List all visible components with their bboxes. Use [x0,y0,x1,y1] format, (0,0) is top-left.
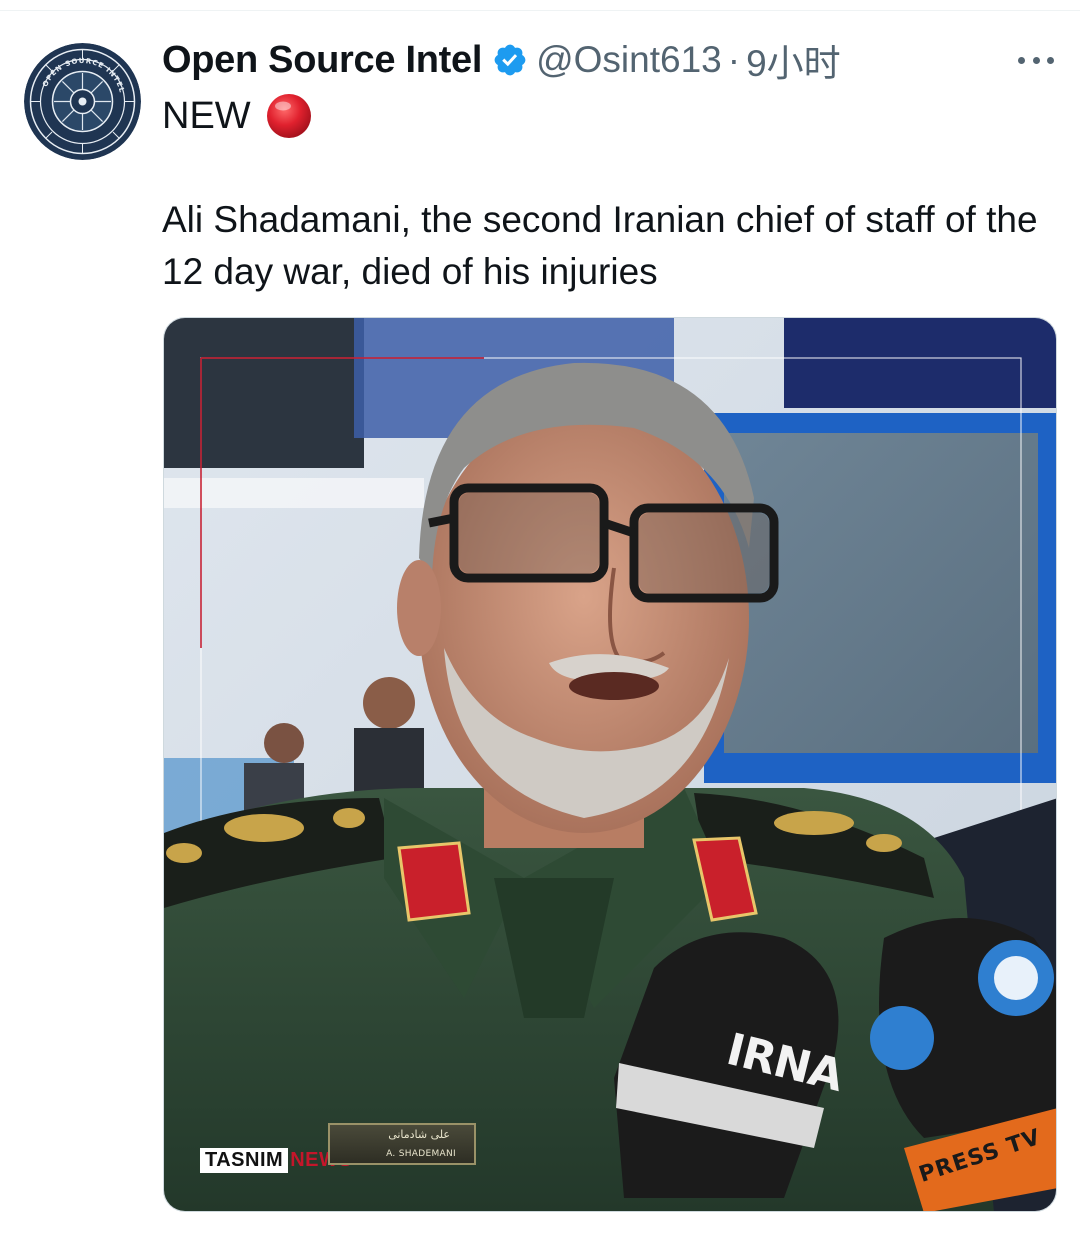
new-label: NEW [162,94,251,137]
tweet[interactable]: OPEN SOURCE INTEL Open Source Intel @Osi… [0,0,1080,1235]
display-name[interactable]: Open Source Intel [162,39,482,82]
name-tag: علی شادمانی A. SHADEMANI [328,1123,476,1165]
timestamp[interactable]: 9小时 [746,33,841,87]
avatar[interactable]: OPEN SOURCE INTEL [24,43,141,160]
dot-separator: · [727,39,741,80]
verified-badge-icon[interactable] [492,42,528,78]
photo-scene [164,318,1056,1211]
more-dots-icon[interactable] [1018,50,1054,70]
watermark-brand: TASNIM [200,1148,289,1173]
name-tag-latin: A. SHADEMANI [386,1149,456,1159]
red-circle-icon [266,94,311,138]
tweet-text: Ali Shadamani, the second Iranian chief … [162,199,1038,292]
tweet-header: Open Source Intel @Osint613 · 9小时 [162,38,841,85]
user-handle[interactable]: @Osint613 [536,39,722,81]
tweet-label-line: NEW [162,92,313,140]
tweet-photo[interactable]: TASNIM NEWS علی شادمانی A. SHADEMANI IRN… [163,317,1057,1212]
name-tag-farsi: علی شادمانی [388,1128,450,1141]
divider [0,10,1080,11]
osint-logo-icon: OPEN SOURCE INTEL [24,43,141,160]
